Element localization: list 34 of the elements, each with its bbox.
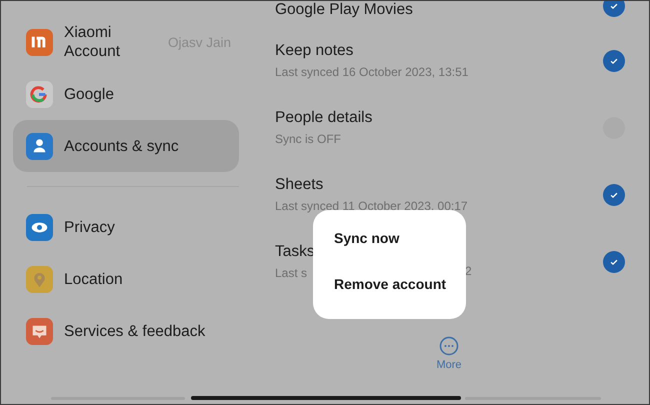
more-dots-icon: [439, 336, 459, 356]
sidebar-item[interactable]: Google: [13, 68, 239, 120]
xiaomi-logo-icon: [26, 28, 53, 56]
person-icon: [26, 132, 53, 160]
chat-bubble-icon: [26, 318, 53, 344]
google-logo-icon: [26, 80, 53, 108]
sync-checkbox[interactable]: [603, 184, 625, 206]
sync-status: Last synced 11 October 2023, 00:17: [275, 199, 468, 213]
item-label: Services & feedback: [64, 322, 206, 340]
eye-icon: [26, 214, 53, 240]
sync-item-title: Sheets: [275, 176, 324, 194]
sync-item-title: Tasks: [275, 243, 315, 261]
sync-checkbox[interactable]: [603, 1, 625, 17]
item-label: Privacy: [64, 218, 115, 236]
location-pin-icon: [26, 266, 53, 292]
sidebar-item[interactable]: Services & feedback: [13, 305, 239, 357]
item-label: Xiaomi Account: [64, 23, 122, 61]
sidebar-item[interactable]: Accounts & sync: [13, 120, 239, 172]
item-label: Location: [64, 270, 123, 288]
sidebar-item[interactable]: Privacy: [13, 201, 239, 253]
menu-item[interactable]: Sync now: [334, 230, 400, 246]
sync-checkbox[interactable]: [603, 50, 625, 72]
sync-item-title: People details: [275, 109, 372, 127]
sync-item-title: Keep notes: [275, 42, 354, 60]
sync-status: Sync is OFF: [275, 132, 342, 146]
menu-item[interactable]: Remove account: [334, 276, 446, 292]
item-label: Accounts & sync: [64, 136, 179, 156]
sync-status: Last synced 16 October 2023, 13:51: [275, 65, 468, 79]
sync-item-title: Google Play Movies: [275, 1, 413, 19]
sync-checkbox[interactable]: [603, 250, 625, 272]
item-label: Google: [64, 84, 114, 104]
sync-status: 2: [465, 264, 472, 278]
sync-status: Last s: [275, 266, 308, 280]
sidebar-item[interactable]: Location: [13, 253, 239, 305]
